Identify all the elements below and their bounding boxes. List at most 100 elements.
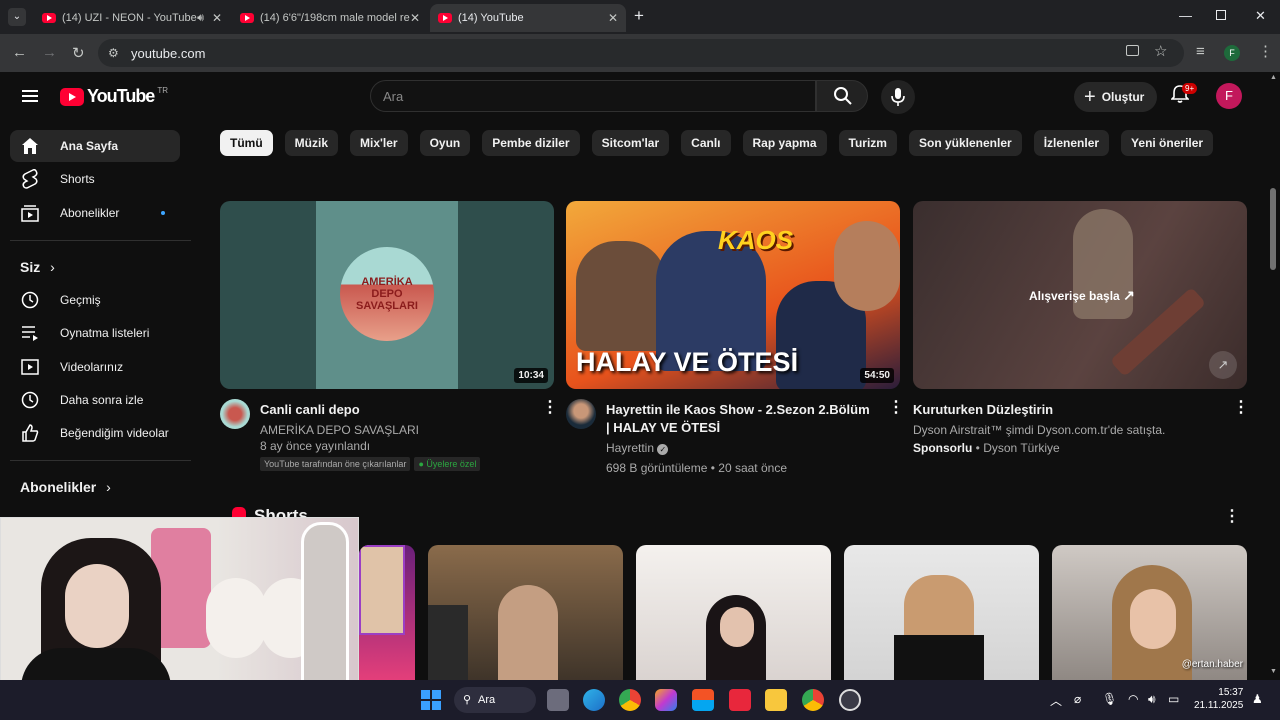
bookmark-star-icon[interactable]: ☆ xyxy=(1154,42,1167,60)
install-icon[interactable] xyxy=(1126,45,1139,56)
sidebar-subscriptions-heading[interactable]: Abonelikler › xyxy=(20,479,111,495)
sidebar-item-playlists[interactable]: Oynatma listeleri xyxy=(10,317,180,349)
account-avatar[interactable]: F xyxy=(1216,83,1242,109)
store-icon[interactable] xyxy=(692,689,714,711)
short-thumbnail[interactable] xyxy=(428,545,623,680)
short-thumbnail[interactable]: @ertan.haber xyxy=(1052,545,1247,680)
advertiser-name[interactable]: Dyson Türkiye xyxy=(983,441,1059,455)
chrome-profile-icon[interactable] xyxy=(802,689,824,711)
chip[interactable]: Son yüklenenler xyxy=(908,130,1022,156)
video-title[interactable]: Canli canli depo xyxy=(260,401,554,419)
chip[interactable]: Oyun xyxy=(419,130,471,156)
chip[interactable]: Pembe diziler xyxy=(482,130,580,156)
taskbar-clock[interactable]: 15:37 21.11.2025 xyxy=(1194,686,1243,712)
video-card[interactable]: KAOS HALAY VE ÖTESİ 54:50 Hayrettin ile … xyxy=(566,201,904,475)
chip[interactable]: Turizm xyxy=(838,130,897,156)
app-icon[interactable] xyxy=(729,689,751,711)
task-view-icon[interactable] xyxy=(547,689,569,711)
menu-kebab-icon[interactable]: ⋮ xyxy=(1258,42,1273,60)
channel-name[interactable]: Hayrettin ✓ xyxy=(606,441,900,455)
youtube-logo[interactable]: YouTube TR xyxy=(60,86,168,107)
obs-icon[interactable] xyxy=(839,689,861,711)
notification-center-icon[interactable]: ♟︎ xyxy=(1252,692,1263,706)
sidebar-item-history[interactable]: Geçmiş xyxy=(10,284,180,316)
search-button[interactable] xyxy=(816,80,868,112)
open-link-icon[interactable]: ↗ xyxy=(1209,351,1237,379)
sidebar-item-home[interactable]: Ana Sayfa xyxy=(10,130,180,162)
sidebar-item-watch-later[interactable]: Daha sonra izle xyxy=(10,384,180,416)
media-control-icon[interactable]: ≡ xyxy=(1196,43,1205,60)
search-input[interactable] xyxy=(371,81,815,112)
tab-search-button[interactable]: ⌄ xyxy=(8,8,26,26)
chip[interactable]: Mix'ler xyxy=(350,130,408,156)
voice-search-button[interactable] xyxy=(881,80,915,114)
chip[interactable]: Rap yapma xyxy=(742,130,827,156)
minimize-icon[interactable]: — xyxy=(1179,8,1192,23)
reload-icon[interactable]: ↻ xyxy=(72,44,85,62)
more-options-icon[interactable]: ⋮ xyxy=(542,400,558,416)
chip[interactable]: Sitcom'lar xyxy=(591,130,670,156)
page-scrollbar[interactable]: ▲ ▼ xyxy=(1268,72,1280,680)
copilot-icon[interactable] xyxy=(655,689,677,711)
sidebar-item-subscriptions[interactable]: Abonelikler xyxy=(10,197,180,229)
ad-title[interactable]: Kuruturken Düzleştirin xyxy=(913,401,1247,419)
windows-start-icon[interactable] xyxy=(420,689,442,711)
more-options-icon[interactable]: ⋮ xyxy=(888,400,904,416)
tray-mic-icon[interactable]: 🎙︎ xyxy=(1102,692,1117,706)
browser-tab[interactable]: (14) UZI - NEON - YouTube 🔊︎ ✕ xyxy=(34,4,230,32)
site-settings-icon[interactable]: ⚙︎ xyxy=(108,46,119,60)
video-title[interactable]: Hayrettin ile Kaos Show - 2.Sezon 2.Bölü… xyxy=(606,401,900,437)
tray-overflow-icon[interactable]: ︿ xyxy=(1050,692,1062,709)
short-thumbnail[interactable] xyxy=(636,545,831,680)
battery-icon[interactable]: ▭ xyxy=(1168,692,1179,706)
shop-now-cta[interactable]: Alışverişe başla ↗ xyxy=(1029,287,1135,304)
create-button[interactable]: + Oluştur xyxy=(1074,82,1158,112)
close-window-icon[interactable]: ✕ xyxy=(1255,8,1266,24)
chip[interactable]: Yeni öneriler xyxy=(1121,130,1214,156)
chip[interactable]: Canlı xyxy=(681,130,731,156)
video-thumbnail[interactable]: KAOS HALAY VE ÖTESİ 54:50 xyxy=(566,201,900,389)
scroll-up-icon[interactable]: ▲ xyxy=(1270,74,1277,81)
wifi-icon[interactable]: ◠ xyxy=(1128,692,1138,706)
channel-avatar[interactable] xyxy=(566,399,596,429)
scroll-down-icon[interactable]: ▼ xyxy=(1270,668,1277,675)
sidebar-item-your-videos[interactable]: Videolarınız xyxy=(10,351,180,383)
new-tab-button[interactable]: + xyxy=(634,6,644,26)
channel-name[interactable]: AMERİKA DEPO SAVAŞLARI xyxy=(260,423,554,437)
close-tab-icon[interactable]: ✕ xyxy=(608,11,618,25)
chip[interactable]: Tümü xyxy=(220,130,273,156)
edge-icon[interactable] xyxy=(583,689,605,711)
video-card[interactable]: AMERİKA DEPO SAVAŞLARI 10:34 Canli canli… xyxy=(220,201,558,472)
chip[interactable]: İzlenenler xyxy=(1033,130,1110,156)
short-thumbnail[interactable] xyxy=(844,545,1039,680)
video-thumbnail[interactable]: AMERİKA DEPO SAVAŞLARI 10:34 xyxy=(220,201,554,389)
chrome-icon[interactable] xyxy=(619,689,641,711)
close-tab-icon[interactable]: ✕ xyxy=(212,11,222,25)
youtube-favicon xyxy=(438,13,452,23)
tray-app-icon[interactable]: ⌀ xyxy=(1074,692,1081,706)
ad-card[interactable]: Alışverişe başla ↗ ↗ Kuruturken Düzleşti… xyxy=(913,201,1249,455)
ad-thumbnail[interactable]: Alışverişe başla ↗ ↗ xyxy=(913,201,1247,389)
menu-icon[interactable] xyxy=(22,90,38,102)
browser-tab-active[interactable]: (14) YouTube ✕ xyxy=(430,4,626,32)
sidebar-item-liked-videos[interactable]: Beğendiğim videolar xyxy=(10,417,180,449)
taskbar-search[interactable]: ⚲ Ara xyxy=(454,687,536,713)
profile-avatar[interactable]: F xyxy=(1224,45,1240,61)
back-icon[interactable]: ← xyxy=(12,44,27,61)
scrollbar-thumb[interactable] xyxy=(1270,188,1276,270)
forward-icon[interactable]: → xyxy=(42,44,57,61)
maximize-icon[interactable] xyxy=(1216,10,1226,20)
chip[interactable]: Müzik xyxy=(284,130,339,156)
browser-tab[interactable]: (14) 6'6"/198cm male model re ✕ xyxy=(232,4,428,32)
sidebar-you-heading[interactable]: Siz › xyxy=(20,259,55,275)
close-tab-icon[interactable]: ✕ xyxy=(410,11,420,25)
short-thumbnail[interactable] xyxy=(359,545,415,680)
sidebar-item-shorts[interactable]: Shorts xyxy=(10,163,180,195)
url-field[interactable]: ⚙︎ youtube.com ☆ xyxy=(98,39,1184,67)
sponsored-label: Sponsorlu xyxy=(913,441,973,455)
file-explorer-icon[interactable] xyxy=(765,689,787,711)
volume-icon[interactable]: 🔊︎ xyxy=(1148,692,1156,707)
more-options-icon[interactable]: ⋮ xyxy=(1233,400,1249,416)
shorts-more-icon[interactable]: ⋮ xyxy=(1224,506,1240,526)
channel-avatar[interactable] xyxy=(220,399,250,429)
